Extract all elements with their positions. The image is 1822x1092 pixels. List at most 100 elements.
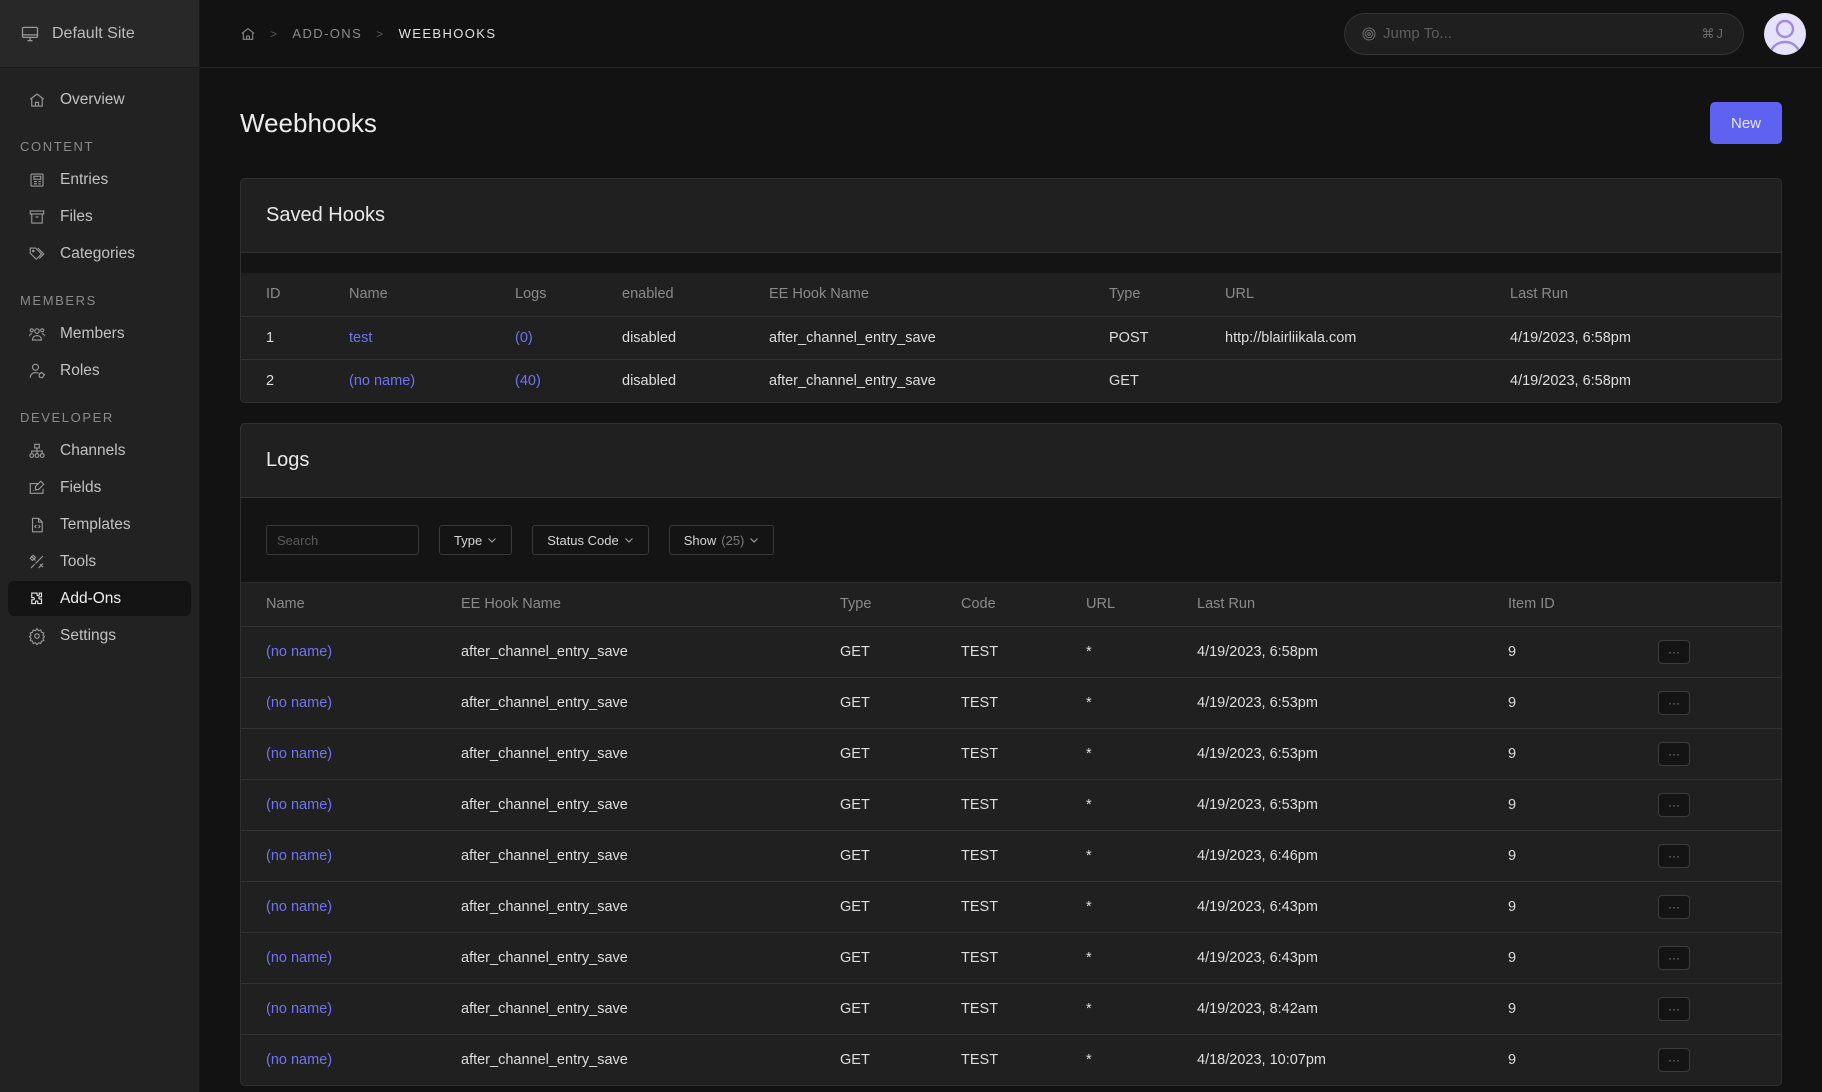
column-header[interactable]: URL — [1200, 273, 1485, 317]
row-actions-button[interactable]: ··· — [1658, 1047, 1690, 1072]
cell-actions: ··· — [1633, 830, 1781, 882]
sidebar-item-files[interactable]: Files — [8, 199, 191, 234]
cell-last_run: 4/19/2023, 6:53pm — [1172, 728, 1483, 780]
row-actions-button[interactable]: ··· — [1658, 996, 1690, 1021]
row-actions-button[interactable]: ··· — [1658, 945, 1690, 970]
hook-name-link[interactable]: test — [349, 330, 372, 346]
log-code: TEST — [961, 898, 999, 915]
sidebar-item-overview[interactable]: Overview — [8, 82, 191, 117]
sidebar-item-channels[interactable]: Channels — [8, 433, 191, 468]
cell-url: * — [1061, 983, 1172, 1035]
cell-code: TEST — [936, 830, 1061, 882]
home-icon[interactable] — [240, 26, 256, 42]
sidebar-item-add-ons[interactable]: Add-Ons — [8, 581, 191, 616]
jump-to-input[interactable] — [1383, 25, 1702, 42]
sidebar-item-label: Fields — [60, 478, 102, 496]
cell-type: GET — [815, 677, 936, 729]
hook-name-link[interactable]: (no name) — [349, 373, 415, 389]
hook-logs-link[interactable]: (0) — [515, 330, 533, 346]
row-actions-button[interactable]: ··· — [1658, 741, 1690, 766]
column-header[interactable]: enabled — [597, 273, 744, 317]
new-webhook-button[interactable]: New — [1709, 102, 1782, 144]
hook-id: 1 — [266, 329, 275, 346]
log-item_id: 9 — [1508, 1051, 1517, 1068]
cell-logs: (40) — [490, 359, 597, 402]
log-code: TEST — [961, 796, 999, 813]
show-count-filter[interactable]: Show (25) — [668, 525, 775, 555]
column-header[interactable]: Logs — [490, 273, 597, 317]
column-header[interactable]: ID — [241, 273, 324, 317]
row-actions-button[interactable]: ··· — [1658, 894, 1690, 919]
logs-title: Logs — [266, 449, 310, 471]
log-name-link[interactable]: (no name) — [266, 848, 332, 864]
sidebar-item-members[interactable]: Members — [8, 316, 191, 351]
cell-item_id: 9 — [1483, 728, 1633, 780]
user-tag-icon — [29, 363, 46, 378]
hook-type: GET — [1109, 372, 1139, 389]
cell-type: GET — [815, 728, 936, 780]
log-name-link[interactable]: (no name) — [266, 950, 332, 966]
site-switcher[interactable]: Default Site — [0, 0, 199, 68]
breadcrumb-add-ons[interactable]: ADD-ONS — [292, 26, 362, 41]
sidebar-item-templates[interactable]: Templates — [8, 507, 191, 542]
cell-last_run: 4/19/2023, 6:53pm — [1172, 779, 1483, 831]
log-name-link[interactable]: (no name) — [266, 1052, 332, 1068]
tools-icon — [29, 553, 44, 568]
status-code-filter[interactable]: Status Code — [532, 525, 649, 555]
row-actions-button[interactable]: ··· — [1658, 792, 1690, 817]
column-header[interactable]: Item ID — [1483, 583, 1633, 627]
log-item_id: 9 — [1508, 1000, 1517, 1017]
type-filter[interactable]: Type — [439, 525, 513, 555]
cell-url: * — [1061, 626, 1172, 678]
row-actions-button[interactable]: ··· — [1658, 639, 1690, 664]
column-header[interactable]: Type — [815, 583, 936, 627]
hook-id: 2 — [266, 372, 275, 389]
column-header[interactable]: Last Run — [1172, 583, 1483, 627]
log-hook: after_channel_entry_save — [461, 898, 628, 915]
sidebar-item-fields[interactable]: Fields — [8, 470, 191, 505]
cell-enabled: disabled — [597, 359, 744, 402]
log-name-link[interactable]: (no name) — [266, 899, 332, 915]
puzzle-icon — [31, 591, 43, 604]
cell-name: (no name) — [241, 830, 436, 882]
hook-logs-link[interactable]: (40) — [515, 373, 541, 389]
log-name-link[interactable]: (no name) — [266, 695, 332, 711]
table-row: 2 (no name) (40) disabled after_channel_entr… — [241, 359, 1781, 402]
column-header[interactable]: EE Hook Name — [744, 273, 1084, 317]
cell-code: TEST — [936, 728, 1061, 780]
log-name-link[interactable]: (no name) — [266, 746, 332, 762]
log-name-link[interactable]: (no name) — [266, 1001, 332, 1017]
cell-last_run: 4/19/2023, 6:43pm — [1172, 932, 1483, 984]
sidebar-nav: Overview CONTENT Entries Files Categories MEM… — [0, 68, 199, 667]
column-header[interactable]: URL — [1061, 583, 1172, 627]
sidebar-item-categories[interactable]: Categories — [8, 236, 191, 271]
cell-hook: after_channel_entry_save — [436, 779, 815, 831]
logs-search-input[interactable] — [266, 525, 419, 555]
sidebar-item-label: Tools — [60, 552, 97, 570]
jump-to-search[interactable]: ⌘J — [1344, 12, 1744, 55]
sidebar-item-settings[interactable]: Settings — [8, 618, 191, 653]
cell-type: POST — [1084, 316, 1200, 360]
hook-enabled: disabled — [622, 372, 677, 389]
log-hook: after_channel_entry_save — [461, 847, 628, 864]
sidebar-group-members: MEMBERS — [20, 293, 97, 308]
row-actions-button[interactable]: ··· — [1658, 690, 1690, 715]
sidebar-item-roles[interactable]: Roles — [8, 353, 191, 388]
log-name-link[interactable]: (no name) — [266, 797, 332, 813]
sidebar-item-entries[interactable]: Entries — [8, 162, 191, 197]
sitemap-icon — [29, 443, 45, 458]
sidebar-item-label: Entries — [60, 170, 109, 188]
column-header[interactable]: Code — [936, 583, 1061, 627]
column-header[interactable]: Name — [241, 583, 436, 627]
log-last_run: 4/19/2023, 6:43pm — [1197, 898, 1318, 915]
column-header[interactable]: Type — [1084, 273, 1200, 317]
column-header[interactable]: Name — [324, 273, 490, 317]
avatar[interactable] — [1764, 12, 1806, 55]
column-header[interactable]: Last Run — [1485, 273, 1781, 317]
log-item_id: 9 — [1508, 898, 1517, 915]
column-header[interactable]: EE Hook Name — [436, 583, 815, 627]
cell-url — [1200, 359, 1485, 402]
sidebar-item-tools[interactable]: Tools — [8, 544, 191, 579]
log-name-link[interactable]: (no name) — [266, 644, 332, 660]
row-actions-button[interactable]: ··· — [1658, 843, 1690, 868]
